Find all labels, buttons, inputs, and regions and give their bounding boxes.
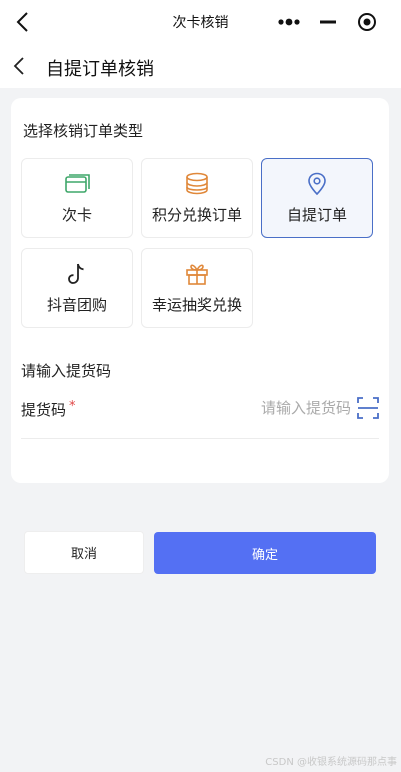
order-type-option-card[interactable]: 次卡 — [21, 158, 133, 238]
minus-icon — [319, 20, 336, 24]
cancel-button[interactable]: 取消 — [24, 531, 144, 574]
minimize-button[interactable] — [308, 6, 347, 38]
order-type-label: 选择核销订单类型 — [23, 122, 144, 140]
verify-form-card: 选择核销订单类型 次卡 积分兑换订单 自提订单 抖音团购 幸运抽奖兑换 请输入提… — [11, 98, 389, 483]
pickup-code-label-text: 提货码 — [21, 401, 67, 419]
option-label: 积分兑换订单 — [151, 206, 242, 224]
scan-icon — [357, 397, 379, 419]
location-pin-icon — [308, 172, 326, 196]
gift-icon — [186, 264, 208, 285]
order-type-option-lottery[interactable]: 幸运抽奖兑换 — [141, 248, 253, 328]
order-type-option-points[interactable]: 积分兑换订单 — [141, 158, 253, 238]
scan-button[interactable] — [357, 397, 379, 419]
chevron-left-icon — [13, 57, 24, 75]
tiktok-icon — [68, 263, 84, 284]
card-icon — [65, 174, 90, 193]
required-mark: * — [69, 399, 76, 414]
pickup-code-input[interactable] — [171, 396, 351, 420]
page-title: 自提订单核销 — [46, 59, 154, 80]
coin-stack-icon — [186, 172, 208, 195]
nav-back-button[interactable] — [10, 55, 32, 77]
option-label: 抖音团购 — [46, 296, 107, 314]
more-dots-icon — [277, 18, 300, 26]
capsule-menu — [269, 6, 387, 38]
pickup-code-label: 提货码 * — [21, 399, 76, 420]
option-label: 幸运抽奖兑换 — [151, 296, 242, 314]
order-type-option-pickup[interactable]: 自提订单 — [261, 158, 373, 238]
mini-program-topbar: 次卡核销 — [0, 0, 401, 44]
option-label: 自提订单 — [286, 206, 347, 224]
field-divider — [21, 438, 379, 439]
more-button[interactable] — [269, 6, 308, 38]
close-program-button[interactable] — [347, 6, 386, 38]
page-navbar: 自提订单核销 — [0, 44, 401, 88]
option-label: 次卡 — [61, 206, 92, 224]
pickup-code-section-label: 请输入提货码 — [21, 362, 112, 380]
order-type-option-douyin[interactable]: 抖音团购 — [21, 248, 133, 328]
confirm-button[interactable]: 确定 — [154, 532, 376, 574]
target-icon — [357, 13, 376, 31]
watermark: CSDN @收银系统源码那点事 — [265, 757, 397, 768]
